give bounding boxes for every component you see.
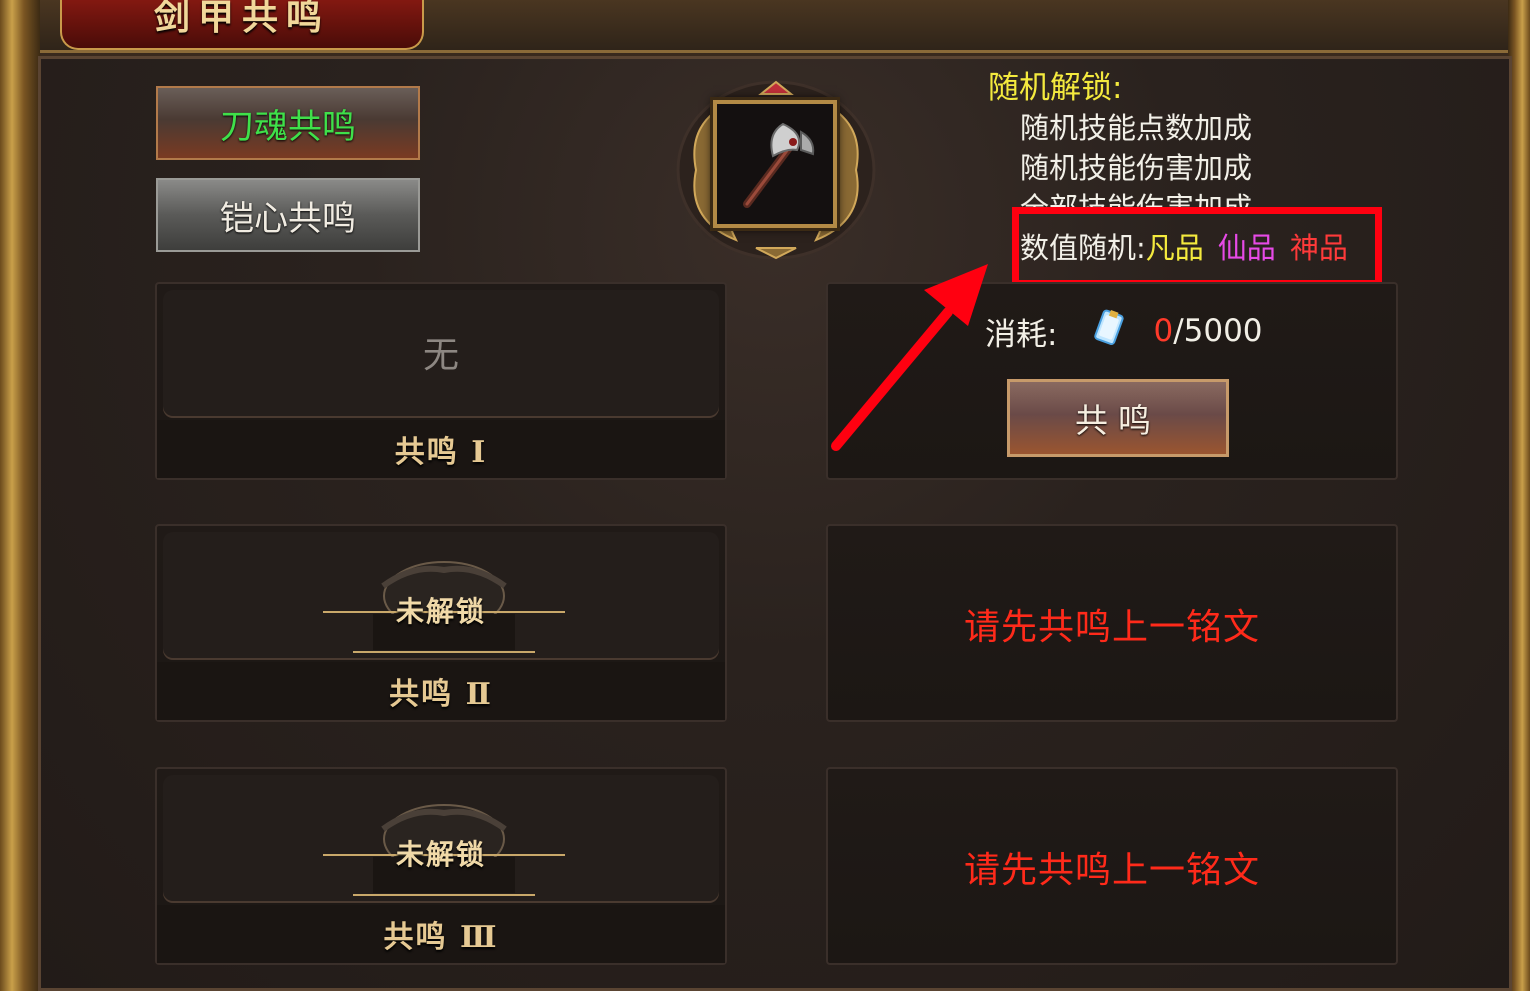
title-plate: 剑甲共鸣 (60, 0, 424, 50)
cost-current-amount: 0 (1153, 313, 1174, 349)
annotation-highlight-box (1012, 207, 1382, 287)
resonance-slot-1[interactable]: 无 共鸣 Ⅰ (155, 282, 727, 480)
lock-status-text: 未解锁 (395, 595, 486, 628)
slot-empty-text: 无 (422, 335, 459, 376)
slot-label: 共鸣 Ⅲ (157, 905, 725, 963)
unlock-line-skill-damage: 随机技能伤害加成 (1020, 151, 1253, 185)
game-window: 剑甲共鸣 刀魂共鸣 铠心共鸣 随机解锁: 随机技能点数加成 随机技能伤害加成 全… (0, 0, 1530, 991)
cost-row: 消耗: 0 /5000 (985, 306, 1263, 356)
axe-icon (743, 122, 815, 208)
slot-label: 共鸣 Ⅱ (157, 662, 725, 720)
lock-status-text: 未解锁 (395, 838, 486, 871)
resonance-slot-2[interactable]: 未解锁 共鸣 Ⅱ (155, 524, 727, 722)
tab-armor-heart-resonance[interactable]: 铠心共鸣 (156, 178, 420, 252)
resonance-slot-3[interactable]: 未解锁 共鸣 Ⅲ (155, 767, 727, 965)
window-border-left (0, 0, 40, 991)
slot-label: 共鸣 Ⅰ (157, 420, 725, 478)
annotation-arrow (831, 264, 988, 451)
locked-prompt-text: 请先共鸣上一铭文 (963, 850, 1260, 891)
equipped-item-slot[interactable] (713, 100, 837, 228)
tab-blade-soul-resonance[interactable]: 刀魂共鸣 (156, 86, 420, 160)
window-title: 剑甲共鸣 (153, 0, 330, 38)
scroll-icon (1089, 308, 1127, 354)
slot-content-area: 无 (163, 290, 719, 418)
unlock-info-title: 随机解锁: (988, 70, 1123, 106)
cost-required-amount: /5000 (1173, 313, 1263, 349)
locked-action-card-2: 请先共鸣上一铭文 (826, 524, 1398, 722)
locked-action-card-3: 请先共鸣上一铭文 (826, 767, 1398, 965)
resonate-button[interactable]: 共鸣 (1007, 379, 1229, 457)
unlock-line-skill-points: 随机技能点数加成 (1020, 111, 1253, 145)
locked-prompt-text: 请先共鸣上一铭文 (963, 607, 1260, 648)
slot-content-area: 未解锁 (163, 775, 719, 903)
slot-content-area: 未解锁 (163, 532, 719, 660)
